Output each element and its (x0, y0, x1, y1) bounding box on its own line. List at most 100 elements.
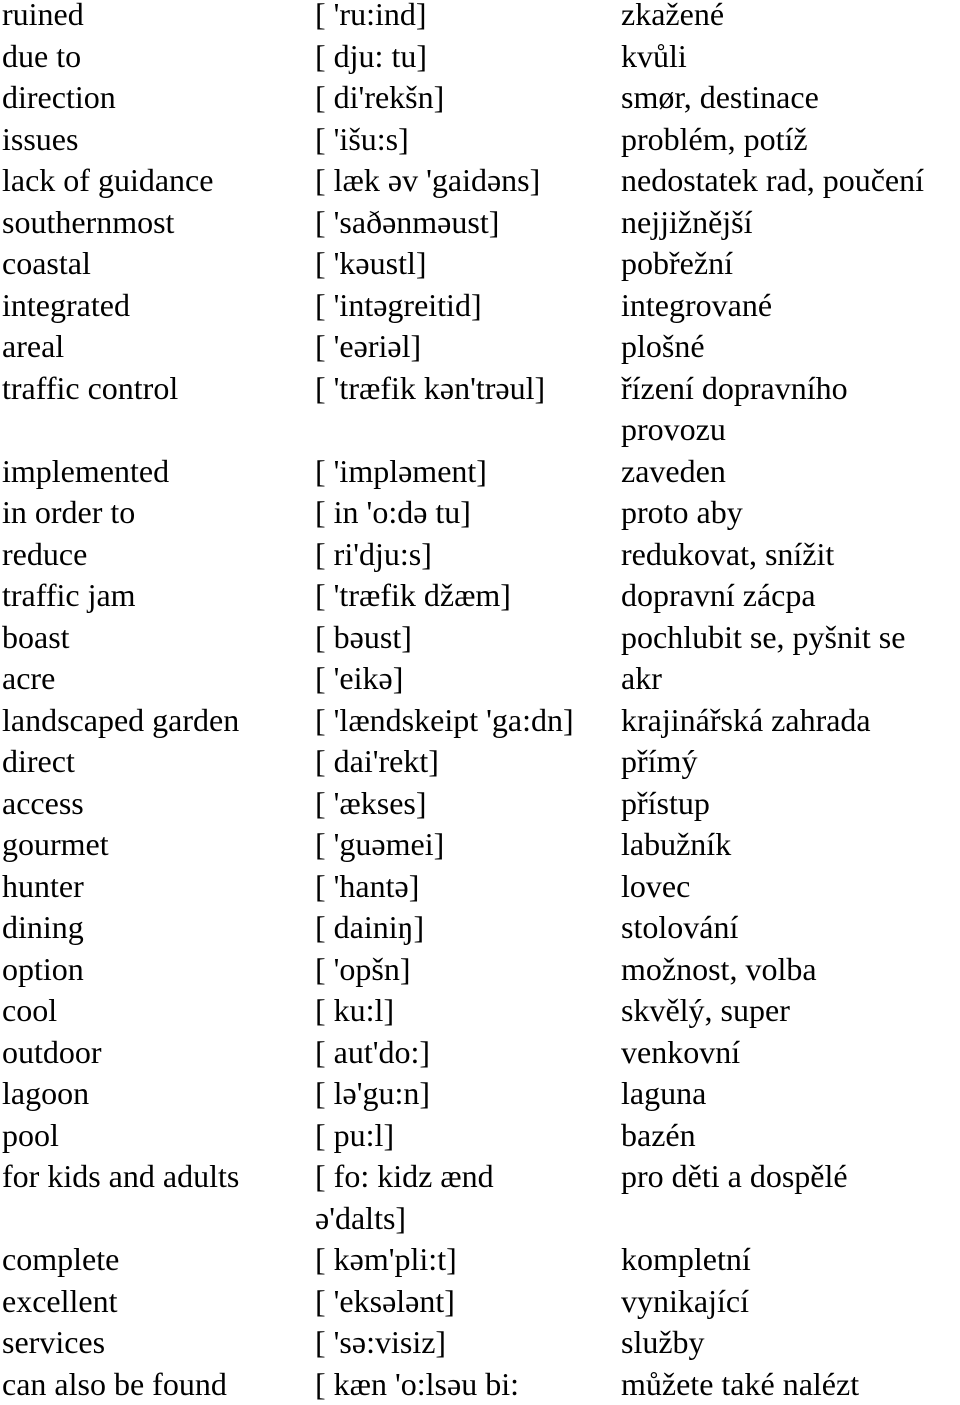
czech-translation: redukovat, snížit (621, 534, 834, 576)
english-term: access (2, 783, 84, 825)
pronunciation: [ 'kəustl] (315, 243, 427, 285)
pronunciation: [ di'rekšn] (315, 77, 444, 119)
czech-translation: bazén (621, 1115, 696, 1157)
czech-translation: smør, destinace (621, 77, 819, 119)
english-term: traffic jam (2, 575, 136, 617)
czech-translation: pochlubit se, pyšnit se (621, 617, 905, 659)
english-term: due to (2, 36, 81, 78)
pronunciation: [ 'eksələnt] (315, 1281, 455, 1323)
english-term: for kids and adults (2, 1156, 239, 1198)
pronunciation-line: [ 'impləment] (315, 451, 487, 493)
czech-translation: skvělý, super (621, 990, 790, 1032)
translation-line: redukovat, snížit (621, 534, 834, 576)
pronunciation-line: [ 'sə:visiz] (315, 1322, 446, 1364)
pronunciation: [ 'eəriəl] (315, 326, 421, 368)
english-term: can also be found (2, 1364, 227, 1405)
pronunciation: [ 'ru:ind] (315, 0, 427, 36)
translation-line: stolování (621, 907, 738, 949)
translation-line: kompletní (621, 1239, 751, 1281)
czech-translation: lovec (621, 866, 690, 908)
czech-translation: plošné (621, 326, 705, 368)
english-term: areal (2, 326, 64, 368)
english-term: hunter (2, 866, 84, 908)
czech-translation: labužník (621, 824, 731, 866)
translation-line: zaveden (621, 451, 726, 493)
pronunciation-line: [ fo: kidz ænd (315, 1156, 494, 1198)
english-term: complete (2, 1239, 119, 1281)
pronunciation: [ ri'dju:s] (315, 534, 432, 576)
english-term: boast (2, 617, 70, 659)
english-term: acre (2, 658, 55, 700)
pronunciation-line: [ bəust] (315, 617, 412, 659)
pronunciation-line: ə'dalts] (315, 1198, 494, 1240)
czech-translation: zaveden (621, 451, 726, 493)
translation-line: řízení dopravního (621, 368, 848, 410)
czech-translation: nejjižnější (621, 202, 753, 244)
czech-translation: kvůli (621, 36, 687, 78)
pronunciation-line: [ 'eikə] (315, 658, 403, 700)
translation-line: nejjižnější (621, 202, 753, 244)
czech-translation: nedostatek rad, poučení (621, 160, 924, 202)
pronunciation-line: [ 'eəriəl] (315, 326, 421, 368)
pronunciation: [ dju: tu] (315, 36, 427, 78)
pronunciation-line: [ ri'dju:s] (315, 534, 432, 576)
pronunciation: [ fo: kidz ændə'dalts] (315, 1156, 494, 1239)
pronunciation: [ 'træfik kən'trəul] (315, 368, 545, 410)
pronunciation-line: [ 'intəgreitid] (315, 285, 482, 327)
czech-translation: venkovní (621, 1032, 740, 1074)
english-term: outdoor (2, 1032, 102, 1074)
czech-translation: stolování (621, 907, 738, 949)
english-term: in order to (2, 492, 135, 534)
czech-translation: akr (621, 658, 662, 700)
pronunciation-line: [ 'opšn] (315, 949, 411, 991)
english-term: direction (2, 77, 116, 119)
translation-line: plošné (621, 326, 705, 368)
translation-line: problém, potíž (621, 119, 808, 161)
pronunciation-line: [ in 'o:də tu] (315, 492, 471, 534)
pronunciation: [ 'eikə] (315, 658, 403, 700)
pronunciation: [ 'lændskeipt 'ga:dn] (315, 700, 574, 742)
english-term: integrated (2, 285, 130, 327)
english-term: gourmet (2, 824, 109, 866)
czech-translation: integrované (621, 285, 772, 327)
czech-translation: kompletní (621, 1239, 751, 1281)
pronunciation: [ 'ækses] (315, 783, 427, 825)
pronunciation-line: [ 'ækses] (315, 783, 427, 825)
translation-line: skvělý, super (621, 990, 790, 1032)
pronunciation: [ bəust] (315, 617, 412, 659)
pronunciation-line: [ 'eksələnt] (315, 1281, 455, 1323)
czech-translation: řízení dopravníhoprovozu (621, 368, 848, 451)
english-term: option (2, 949, 84, 991)
pronunciation: [ 'impləment] (315, 451, 487, 493)
pronunciation: [ kəm'pli:t] (315, 1239, 457, 1281)
translation-line: pochlubit se, pyšnit se (621, 617, 905, 659)
pronunciation: [ dai'rekt] (315, 741, 439, 783)
english-term: lack of guidance (2, 160, 213, 202)
translation-line: laguna (621, 1073, 706, 1115)
english-term: landscaped garden (2, 700, 239, 742)
pronunciation-line: [ dai'rekt] (315, 741, 439, 783)
pronunciation: [ lə'gu:n] (315, 1073, 430, 1115)
english-term: traffic control (2, 368, 178, 410)
pronunciation: [ 'opšn] (315, 949, 411, 991)
czech-translation: služby (621, 1322, 705, 1364)
pronunciation: [ dainiŋ] (315, 907, 424, 949)
translation-line: můžete také nalézt (621, 1364, 859, 1405)
pronunciation: [ 'saðənməust] (315, 202, 499, 244)
english-term: direct (2, 741, 75, 783)
english-term: ruined (2, 0, 84, 36)
pronunciation-line: [ aut'do:] (315, 1032, 430, 1074)
english-term: pool (2, 1115, 59, 1157)
translation-line: přístup (621, 783, 710, 825)
translation-line: integrované (621, 285, 772, 327)
english-term: services (2, 1322, 105, 1364)
czech-translation: přístup (621, 783, 710, 825)
pronunciation-line: [ 'træfik džæm] (315, 575, 511, 617)
translation-line: vynikající (621, 1281, 749, 1323)
pronunciation: [ 'guəmei] (315, 824, 444, 866)
pronunciation: [ ku:l] (315, 990, 394, 1032)
czech-translation: můžete také nalézt (621, 1364, 859, 1405)
czech-translation: přímý (621, 741, 697, 783)
translation-line: nedostatek rad, poučení (621, 160, 924, 202)
czech-translation: možnost, volba (621, 949, 817, 991)
